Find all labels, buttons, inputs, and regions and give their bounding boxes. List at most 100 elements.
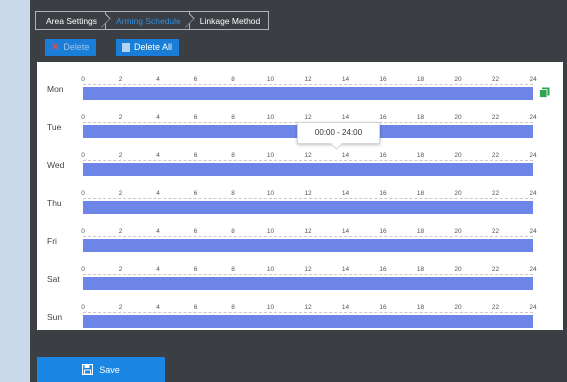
delete-button[interactable]: ✕ Delete	[45, 39, 97, 56]
hour-tick-label: 14	[341, 266, 350, 273]
hour-tick-label: 8	[231, 152, 235, 159]
save-button[interactable]: Save	[37, 357, 165, 382]
hour-tick-label: 8	[231, 76, 235, 83]
hour-tick-label: 6	[193, 190, 198, 197]
hour-tick-label: 20	[454, 76, 462, 83]
schedule-bar[interactable]	[83, 277, 533, 290]
hour-tick-label: 14	[341, 228, 350, 235]
x-icon: ✕	[51, 42, 60, 53]
hour-tick-label: 16	[379, 190, 387, 197]
hour-tick-label: 18	[416, 152, 425, 159]
hour-tick-label: 16	[379, 228, 387, 235]
hour-tick-label: 4	[156, 228, 160, 235]
schedule-row-sun: Sun 0 2 4 6 8 10 12 14 16 18 20 22 24	[37, 293, 563, 328]
hour-tick-label: 20	[454, 304, 462, 311]
schedule-row-thu: Thu 0 2 4 6 8 10 12 14 16 18 20 22 24	[37, 179, 563, 214]
hour-tick-label: 6	[193, 114, 198, 121]
hour-tick-label: 6	[193, 152, 198, 159]
hour-tick-label: 24	[529, 76, 537, 83]
hour-tick-label: 12	[304, 76, 312, 83]
day-label: Thu	[47, 198, 62, 208]
delete-all-button-label: Delete All	[134, 42, 173, 52]
tab-area-settings[interactable]: Area Settings	[35, 11, 107, 30]
hour-tick-label: 18	[416, 114, 425, 121]
delete-all-button[interactable]: Delete All	[116, 39, 180, 56]
hour-tick-label: 14	[341, 114, 350, 121]
alarm-settings-window: Area Settings Arming Schedule Linkage Me…	[30, 0, 567, 382]
hour-tick-label: 4	[156, 76, 160, 83]
hour-tick-label: 6	[193, 266, 198, 273]
hour-tick-label: 12	[304, 152, 312, 159]
hour-tick-label: 24	[529, 152, 537, 159]
day-label: Fri	[47, 236, 57, 246]
hour-tick-label: 4	[156, 266, 160, 273]
hour-tick-label: 2	[118, 76, 123, 83]
day-label: Wed	[47, 160, 65, 170]
hour-tick-label: 22	[491, 76, 500, 83]
schedule-bar[interactable]	[83, 239, 533, 252]
hour-tick-label: 0	[81, 190, 85, 197]
day-label: Sat	[47, 274, 60, 284]
hour-tick-label: 18	[416, 266, 425, 273]
schedule-bar[interactable]	[83, 87, 533, 100]
hour-tick-label: 18	[416, 304, 425, 311]
hour-tick-label: 2	[118, 114, 123, 121]
hour-tick-label: 0	[81, 152, 85, 159]
hour-tick-label: 22	[491, 228, 500, 235]
hour-tick-label: 10	[266, 266, 275, 273]
hour-tick-label: 10	[266, 304, 275, 311]
hour-tick-label: 10	[266, 114, 275, 121]
hour-tick-label: 22	[491, 304, 500, 311]
tab-arming-schedule[interactable]: Arming Schedule	[106, 11, 190, 30]
hour-tick-label: 10	[266, 228, 275, 235]
hour-tick-label: 10	[266, 152, 275, 159]
hour-tick-label: 22	[491, 190, 500, 197]
hour-tick-label: 18	[416, 76, 425, 83]
hour-tick-label: 20	[454, 266, 462, 273]
tab-bar: Area Settings Arming Schedule Linkage Me…	[35, 11, 270, 30]
time-range-tooltip: 00:00 - 24:00	[297, 122, 380, 144]
hour-tick-label: 24	[529, 228, 537, 235]
delete-button-label: Delete	[63, 42, 90, 52]
schedule-bar[interactable]	[83, 163, 533, 176]
floppy-disk-icon	[82, 364, 94, 375]
hour-tick-label: 6	[193, 76, 198, 83]
schedule-bar[interactable]	[83, 201, 533, 214]
trash-icon	[122, 43, 130, 52]
hour-tick-label: 6	[193, 228, 198, 235]
hour-tick-label: 14	[341, 304, 350, 311]
hour-tick-label: 14	[341, 152, 350, 159]
time-axis	[83, 160, 533, 162]
hour-tick-label: 16	[379, 76, 387, 83]
tab-linkage-method[interactable]: Linkage Method	[189, 11, 270, 30]
hour-tick-label: 16	[379, 114, 387, 121]
time-axis	[83, 312, 533, 314]
copy-icon[interactable]	[539, 87, 550, 98]
hour-tick-label: 2	[118, 266, 123, 273]
schedule-bar[interactable]	[83, 315, 533, 328]
hour-tick-label: 12	[304, 190, 312, 197]
day-label: Tue	[47, 122, 62, 132]
hour-tick-label: 22	[491, 152, 500, 159]
hour-tick-label: 4	[156, 190, 160, 197]
hour-tick-label: 24	[529, 266, 537, 273]
schedule-row-mon: Mon 0 2 4 6 8 10 12 14 16 18 20 22 24	[37, 65, 563, 100]
hour-tick-label: 18	[416, 228, 425, 235]
hour-tick-label: 12	[304, 228, 312, 235]
schedule-row-sat: Sat 0 2 4 6 8 10 12 14 16 18 20 22 24	[37, 255, 563, 290]
day-label: Sun	[47, 312, 63, 322]
hour-tick-label: 2	[118, 228, 123, 235]
hour-tick-label: 24	[529, 190, 537, 197]
hour-tick-label: 14	[341, 190, 350, 197]
hour-tick-label: 10	[266, 190, 275, 197]
hour-tick-label: 12	[304, 266, 312, 273]
hour-tick-label: 8	[231, 304, 235, 311]
hour-tick-label: 8	[231, 114, 235, 121]
hour-tick-label: 4	[156, 114, 160, 121]
hour-tick-label: 4	[156, 152, 160, 159]
hour-tick-label: 12	[304, 304, 312, 311]
schedule-row-fri: Fri 0 2 4 6 8 10 12 14 16 18 20 22 24	[37, 217, 563, 252]
hour-tick-label: 0	[81, 76, 85, 83]
hour-tick-label: 22	[491, 114, 500, 121]
hour-tick-label: 20	[454, 190, 462, 197]
